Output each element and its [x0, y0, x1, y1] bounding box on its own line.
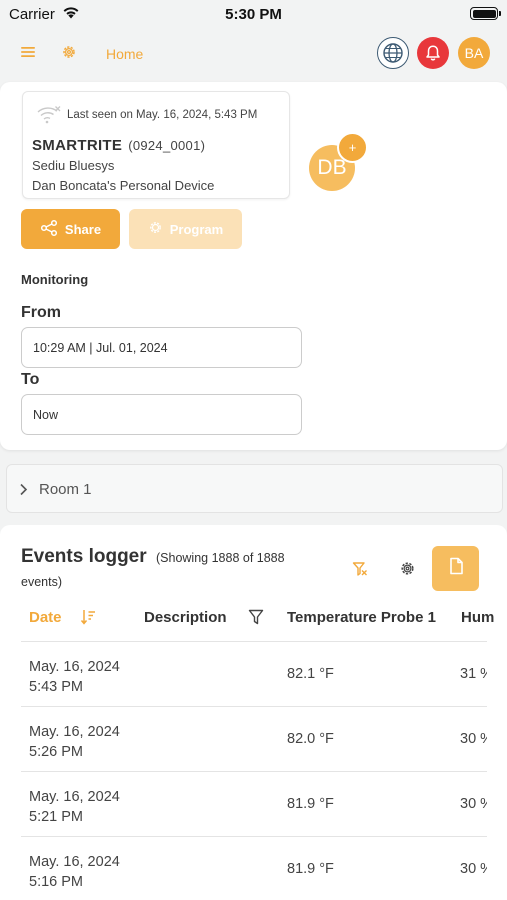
wifi-off-icon — [36, 105, 62, 130]
chevron-right-icon — [19, 483, 28, 501]
column-header-humidity[interactable]: Hum — [461, 609, 494, 626]
column-header-temperature[interactable]: Temperature Probe 1 — [287, 609, 436, 626]
cell-temperature: 82.1 °F — [287, 666, 334, 682]
cell-date: May. 16, 2024 5:21 PM — [29, 787, 120, 827]
globe-icon[interactable] — [377, 37, 409, 69]
column-header-date[interactable]: Date — [29, 609, 62, 626]
cell-temperature: 81.9 °F — [287, 796, 334, 812]
cell-date: May. 16, 2024 5:26 PM — [29, 722, 120, 762]
top-nav: Home BA — [0, 30, 507, 78]
gear-icon — [148, 220, 163, 238]
date-text: May. 16, 2024 — [29, 724, 120, 740]
device-name: SMARTRITE (0924_0001) — [32, 137, 205, 154]
filter-clear-icon[interactable] — [352, 561, 368, 582]
table-row[interactable]: May. 16, 2024 5:43 PM 82.1 °F 31 % — [21, 642, 487, 707]
to-label: To — [21, 371, 40, 388]
from-label: From — [21, 304, 61, 321]
device-description: Dan Boncata's Personal Device — [32, 178, 215, 193]
export-button[interactable] — [432, 546, 479, 591]
share-button[interactable]: Share — [21, 209, 120, 249]
events-title: Events logger — [21, 546, 147, 567]
device-location: Sediu Bluesys — [32, 158, 115, 173]
device-info-box: Last seen on May. 16, 2024, 5:43 PM SMAR… — [22, 91, 290, 199]
menu-icon[interactable] — [20, 44, 36, 65]
cell-date: May. 16, 2024 5:43 PM — [29, 657, 120, 697]
cell-temperature: 81.9 °F — [287, 861, 334, 877]
to-date-field[interactable]: Now — [21, 394, 302, 435]
time-text: 5:26 PM — [29, 744, 83, 760]
room-accordion[interactable]: Room 1 — [6, 464, 503, 513]
device-name-text: SMARTRITE — [32, 137, 123, 154]
time-text: 5:21 PM — [29, 809, 83, 825]
time-text: 5:43 PM — [29, 679, 83, 695]
cell-date: May. 16, 2024 5:16 PM — [29, 852, 120, 892]
document-icon — [448, 557, 464, 580]
add-user-button[interactable]: + — [337, 132, 368, 163]
events-logger-card: Events logger (Showing 1888 of 1888 even… — [0, 525, 507, 900]
cell-humidity: 30 % — [460, 861, 487, 877]
battery-icon — [470, 7, 498, 20]
room-label: Room 1 — [39, 481, 92, 498]
table-row[interactable]: May. 16, 2024 5:21 PM 81.9 °F 30 % — [21, 772, 487, 837]
device-card: Last seen on May. 16, 2024, 5:43 PM SMAR… — [0, 82, 507, 450]
breadcrumb-home[interactable]: Home — [106, 46, 143, 62]
program-label: Program — [169, 221, 224, 237]
program-button[interactable]: Program — [129, 209, 242, 249]
sort-icon[interactable] — [80, 608, 96, 631]
time-text: 5:16 PM — [29, 874, 83, 890]
device-code: (0924_0001) — [128, 138, 206, 153]
date-text: May. 16, 2024 — [29, 854, 120, 870]
share-label: Share — [64, 221, 102, 237]
user-avatar[interactable]: BA — [458, 37, 490, 69]
monitoring-heading: Monitoring — [21, 272, 89, 287]
cell-humidity: 31 % — [460, 666, 487, 682]
table-row[interactable]: May. 16, 2024 5:16 PM 81.9 °F 30 % — [21, 837, 487, 900]
cell-humidity: 30 % — [460, 796, 487, 812]
events-count: (Showing 1888 of 1888 — [156, 551, 285, 565]
clock: 5:30 PM — [225, 6, 282, 23]
gear-icon[interactable] — [399, 560, 416, 582]
bell-icon[interactable] — [417, 37, 449, 69]
share-icon — [40, 219, 58, 240]
cell-humidity: 30 % — [460, 731, 487, 747]
battery-tip — [499, 11, 501, 16]
column-header-description[interactable]: Description — [144, 609, 227, 626]
status-bar: Carrier 5:30 PM — [0, 0, 507, 30]
last-seen-text: Last seen on May. 16, 2024, 5:43 PM — [67, 109, 258, 121]
events-count-suffix: events) — [21, 575, 62, 589]
date-text: May. 16, 2024 — [29, 789, 120, 805]
date-text: May. 16, 2024 — [29, 659, 120, 675]
from-date-field[interactable]: 10:29 AM | Jul. 01, 2024 — [21, 327, 302, 368]
cell-temperature: 82.0 °F — [287, 731, 334, 747]
filter-icon[interactable] — [248, 608, 264, 631]
gear-icon[interactable] — [61, 44, 77, 65]
table-row[interactable]: May. 16, 2024 5:26 PM 82.0 °F 30 % — [21, 707, 487, 772]
